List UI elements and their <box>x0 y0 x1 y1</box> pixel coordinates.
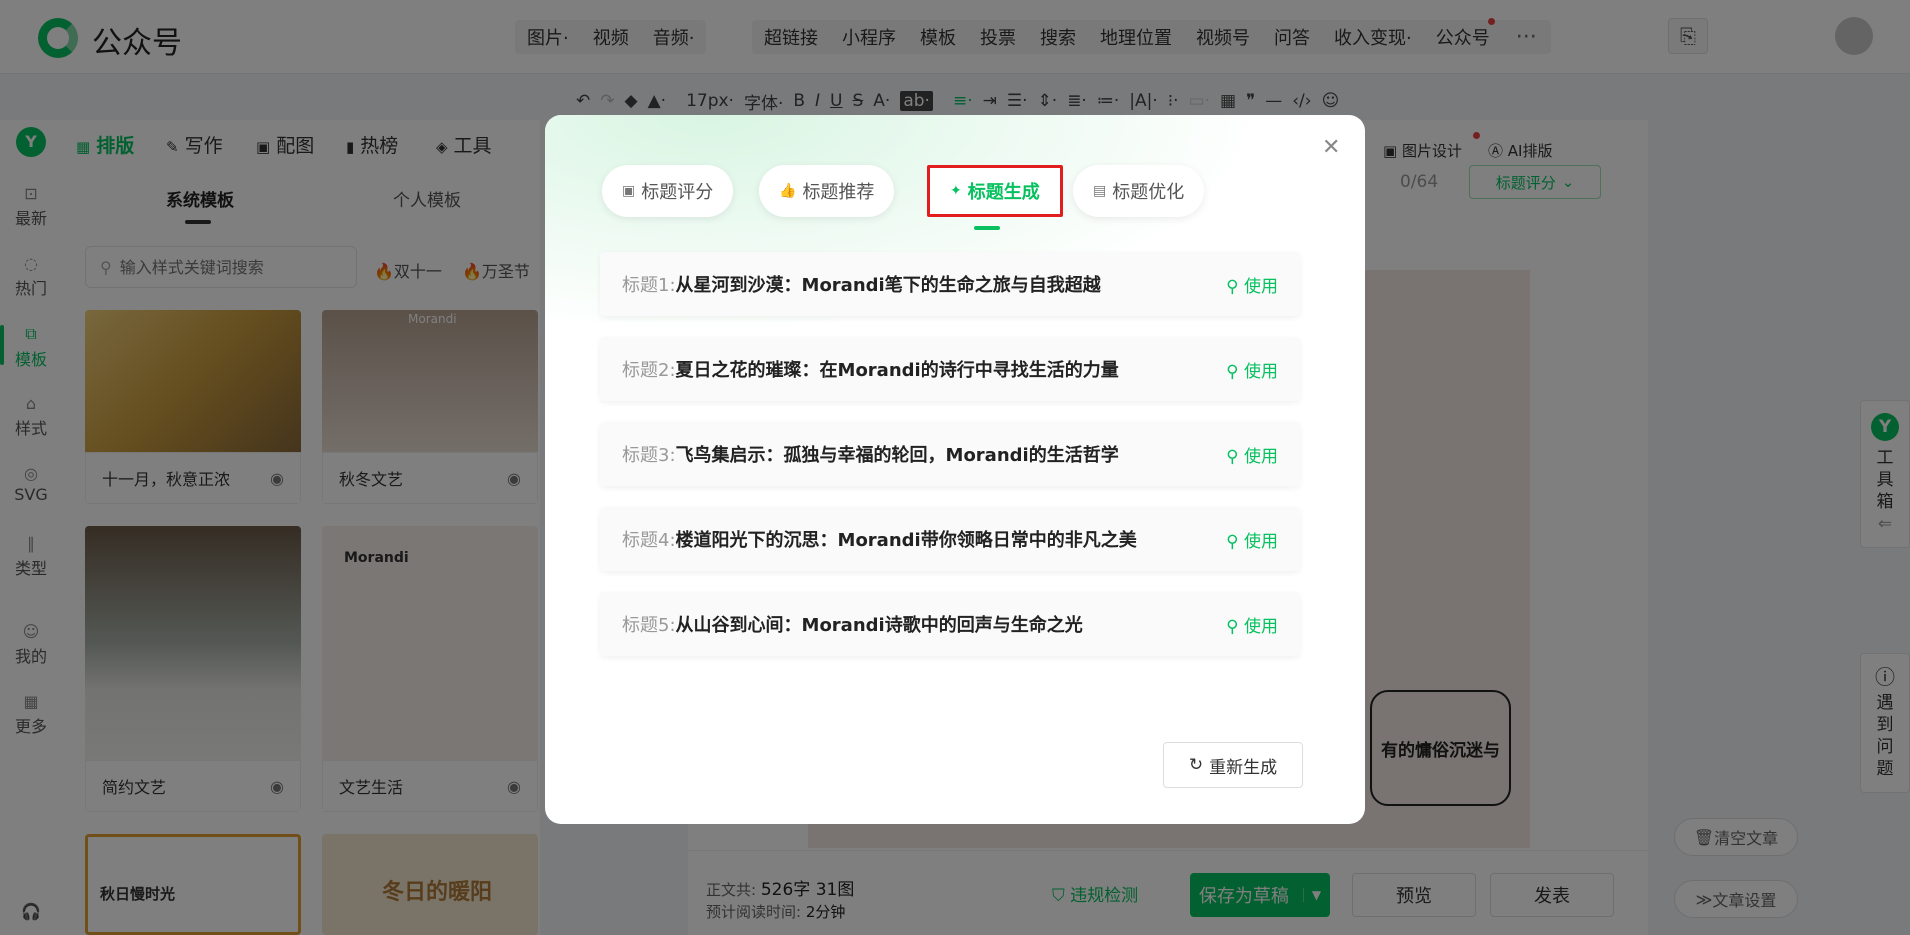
tab-title-recommend[interactable]: 👍 标题推荐 <box>759 165 895 217</box>
tab-title-score[interactable]: ▣ 标题评分 <box>602 165 734 217</box>
title-index: 标题5: <box>622 615 676 636</box>
title-tools-modal: ✕ ▣ 标题评分 👍 标题推荐 ✦ 标题生成 ▤ 标题优化 标题1: 从星河到沙漠：Mo… <box>545 115 1365 824</box>
regenerate-button[interactable]: ↻ 重新生成 <box>1163 742 1303 788</box>
title-row: 标题5: 从山谷到心间：Morandi诗歌中的回声与生命之光 ⚲ 使用 <box>600 592 1300 656</box>
pin-icon: ⚲ <box>1226 361 1244 382</box>
tab-title-optimize[interactable]: ▤ 标题优化 <box>1073 165 1205 217</box>
pin-icon: ⚲ <box>1226 531 1244 552</box>
title-row: 标题3: 飞鸟集启示：孤独与幸福的轮回，Morandi的生活哲学 ⚲ 使用 <box>600 422 1300 486</box>
title-index: 标题2: <box>622 360 676 381</box>
title-text: 楼道阳光下的沉思：Morandi带你领略日常中的非凡之美 <box>675 530 1137 551</box>
pin-icon: ⚲ <box>1226 616 1244 637</box>
pin-icon: ⚲ <box>1226 276 1244 297</box>
title-index: 标题3: <box>622 445 676 466</box>
use-button[interactable]: ⚲ 使用 <box>1226 357 1278 382</box>
close-icon[interactable]: ✕ <box>1322 135 1340 160</box>
optimize-icon: ▤ <box>1093 183 1107 199</box>
title-row: 标题1: 从星河到沙漠：Morandi笔下的生命之旅与自我超越 ⚲ 使用 <box>600 252 1300 316</box>
title-row: 标题2: 夏日之花的璀璨：在Morandi的诗行中寻找生活的力量 ⚲ 使用 <box>600 337 1300 401</box>
score-icon: ▣ <box>622 183 636 199</box>
title-text: 夏日之花的璀璨：在Morandi的诗行中寻找生活的力量 <box>675 360 1119 381</box>
refresh-icon: ↻ <box>1188 755 1204 775</box>
title-text: 飞鸟集启示：孤独与幸福的轮回，Morandi的生活哲学 <box>675 445 1119 466</box>
title-index: 标题4: <box>622 530 676 551</box>
title-text: 从山谷到心间：Morandi诗歌中的回声与生命之光 <box>675 615 1083 636</box>
use-button[interactable]: ⚲ 使用 <box>1226 527 1278 552</box>
pin-icon: ⚲ <box>1226 446 1244 467</box>
thumb-icon: 👍 <box>779 183 797 199</box>
use-button[interactable]: ⚲ 使用 <box>1226 612 1278 637</box>
use-button[interactable]: ⚲ 使用 <box>1226 442 1278 467</box>
title-row: 标题4: 楼道阳光下的沉思：Morandi带你领略日常中的非凡之美 ⚲ 使用 <box>600 507 1300 571</box>
title-index: 标题1: <box>622 275 676 296</box>
title-text: 从星河到沙漠：Morandi笔下的生命之旅与自我超越 <box>675 275 1101 296</box>
tab-title-generate[interactable]: ✦ 标题生成 <box>927 165 1063 217</box>
active-tab-underline <box>974 226 1000 230</box>
magic-wand-icon: ✦ <box>950 183 962 199</box>
use-button[interactable]: ⚲ 使用 <box>1226 272 1278 297</box>
